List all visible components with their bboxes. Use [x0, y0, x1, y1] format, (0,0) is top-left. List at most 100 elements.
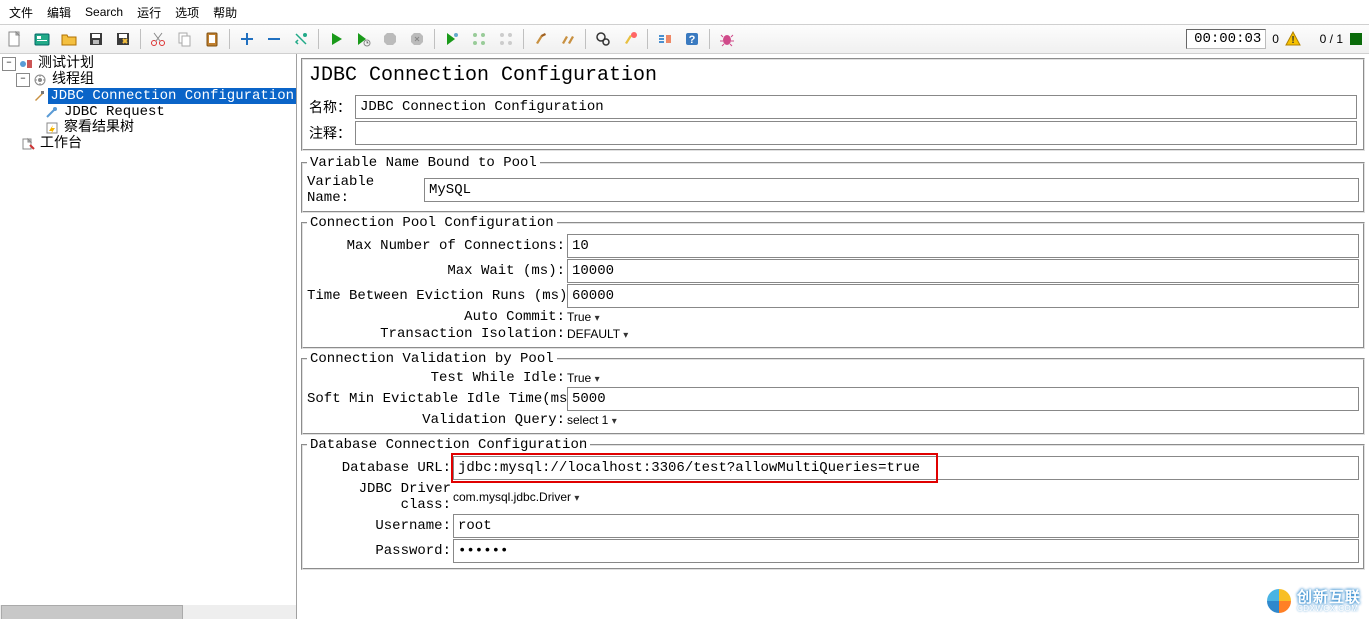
soft-min-input[interactable]: [567, 387, 1359, 411]
open-folder-icon[interactable]: [56, 26, 82, 52]
val-query-label: Validation Query:: [307, 412, 567, 428]
tree-toggle-icon[interactable]: −: [2, 57, 16, 71]
chevron-down-icon: ▾: [595, 374, 600, 385]
name-label: 名称：: [309, 97, 355, 117]
reset-search-icon[interactable]: [617, 26, 643, 52]
menu-run[interactable]: 运行: [132, 3, 166, 22]
copy-icon[interactable]: [172, 26, 198, 52]
menu-help[interactable]: 帮助: [208, 3, 242, 22]
max-wait-label: Max Wait (ms):: [307, 263, 567, 279]
username-input[interactable]: [453, 514, 1359, 538]
collapse-icon[interactable]: [261, 26, 287, 52]
tree-horizontal-scrollbar[interactable]: [0, 605, 296, 619]
db-url-input[interactable]: [453, 456, 1359, 480]
separator: [318, 29, 319, 49]
db-url-label: Database URL:: [307, 460, 453, 476]
new-file-icon[interactable]: [2, 26, 28, 52]
chevron-down-icon: ▾: [623, 330, 628, 341]
tree-toggle-icon[interactable]: −: [16, 73, 30, 87]
workbench-icon: [20, 136, 36, 152]
val-query-select[interactable]: select 1 ▾: [567, 413, 1359, 427]
max-conn-input[interactable]: [567, 234, 1359, 258]
remote-start-all-icon[interactable]: [466, 26, 492, 52]
tree-root-testplan[interactable]: − 测试计划: [2, 56, 296, 72]
menu-edit[interactable]: 编辑: [42, 3, 76, 22]
eviction-label: Time Between Eviction Runs (ms):: [307, 288, 567, 304]
legend-conn-pool: Connection Pool Configuration: [307, 215, 557, 231]
separator: [523, 29, 524, 49]
toggle-icon[interactable]: [288, 26, 314, 52]
soft-min-label: Soft Min Evictable Idle Time(ms):: [307, 391, 567, 407]
start-no-timers-icon[interactable]: [350, 26, 376, 52]
test-idle-select[interactable]: True ▾: [567, 371, 1359, 385]
save-icon[interactable]: [83, 26, 109, 52]
driver-select[interactable]: com.mysql.jdbc.Driver ▾: [453, 490, 1359, 504]
tree-item-results-tree[interactable]: 察看结果树: [2, 120, 296, 136]
test-idle-label: Test While Idle:: [307, 370, 567, 386]
menu-options[interactable]: 选项: [170, 3, 204, 22]
status-bar-right: 00:00:03 0 ! 0 / 1: [1186, 29, 1367, 49]
var-name-input[interactable]: [424, 178, 1359, 202]
menu-file[interactable]: 文件: [4, 3, 38, 22]
tree-item-jdbc-request[interactable]: JDBC Request: [2, 104, 296, 120]
separator: [140, 29, 141, 49]
tree-threadgroup[interactable]: − 线程组: [2, 72, 296, 88]
auto-commit-select[interactable]: True ▾: [567, 310, 1359, 324]
eviction-input[interactable]: [567, 284, 1359, 308]
password-input[interactable]: [453, 539, 1359, 563]
svg-text:!: !: [1291, 35, 1294, 46]
svg-text:?: ?: [689, 34, 696, 46]
thread-count: 0 / 1: [1320, 32, 1343, 46]
clear-icon[interactable]: [528, 26, 554, 52]
paste-icon[interactable]: [199, 26, 225, 52]
legend-db-conf: Database Connection Configuration: [307, 437, 590, 453]
legend-validation: Connection Validation by Pool: [307, 351, 557, 367]
tx-iso-label: Transaction Isolation:: [307, 326, 567, 342]
search-icon[interactable]: [590, 26, 616, 52]
warn-count: 0: [1272, 32, 1279, 46]
separator: [585, 29, 586, 49]
threadgroup-icon: [32, 72, 48, 88]
expand-icon[interactable]: [234, 26, 260, 52]
remote-stop-all-icon[interactable]: [493, 26, 519, 52]
timer-display: 00:00:03: [1186, 29, 1266, 49]
tree-pane: − 测试计划 − 线程组 JDBC Connection Configurati…: [0, 54, 297, 619]
fieldset-validation: Connection Validation by Pool Test While…: [301, 351, 1365, 435]
auto-commit-label: Auto Commit:: [307, 309, 567, 325]
tree-item-jdbc-config[interactable]: JDBC Connection Configuration: [2, 88, 296, 104]
var-name-label: Variable Name:: [307, 174, 424, 206]
remote-start-icon[interactable]: [439, 26, 465, 52]
menu-bar: 文件 编辑 Search 运行 选项 帮助: [0, 0, 1369, 24]
start-icon[interactable]: [323, 26, 349, 52]
help-icon[interactable]: ?: [679, 26, 705, 52]
clear-all-icon[interactable]: [555, 26, 581, 52]
legend-variable-pool: Variable Name Bound to Pool: [307, 155, 540, 171]
templates-icon[interactable]: [29, 26, 55, 52]
thread-indicator-icon: [1349, 32, 1363, 46]
testplan-icon: [18, 56, 34, 72]
shutdown-icon[interactable]: [404, 26, 430, 52]
menu-search[interactable]: Search: [80, 4, 128, 20]
cut-icon[interactable]: [145, 26, 171, 52]
function-helper-icon[interactable]: [652, 26, 678, 52]
comment-input[interactable]: [355, 121, 1357, 145]
fieldset-db-conf: Database Connection Configuration Databa…: [301, 437, 1365, 570]
chevron-down-icon: ▾: [574, 493, 579, 504]
chevron-down-icon: ▾: [612, 416, 617, 427]
tree-workbench[interactable]: 工作台: [2, 136, 296, 152]
driver-label: JDBC Driver class:: [307, 481, 453, 513]
stop-icon[interactable]: [377, 26, 403, 52]
sampler-icon: [44, 104, 60, 120]
save-as-icon[interactable]: [110, 26, 136, 52]
max-wait-input[interactable]: [567, 259, 1359, 283]
warn-icon[interactable]: !: [1285, 31, 1301, 47]
fieldset-variable-pool: Variable Name Bound to Pool Variable Nam…: [301, 155, 1365, 213]
config-element-icon: [32, 88, 46, 104]
chevron-down-icon: ▾: [595, 313, 600, 324]
tx-iso-select[interactable]: DEFAULT ▾: [567, 327, 1359, 341]
name-input[interactable]: [355, 95, 1357, 119]
separator: [709, 29, 710, 49]
config-panel: JDBC Connection Configuration 名称： 注释： Va…: [297, 54, 1369, 619]
bug-icon[interactable]: [714, 26, 740, 52]
password-label: Password:: [307, 543, 453, 559]
